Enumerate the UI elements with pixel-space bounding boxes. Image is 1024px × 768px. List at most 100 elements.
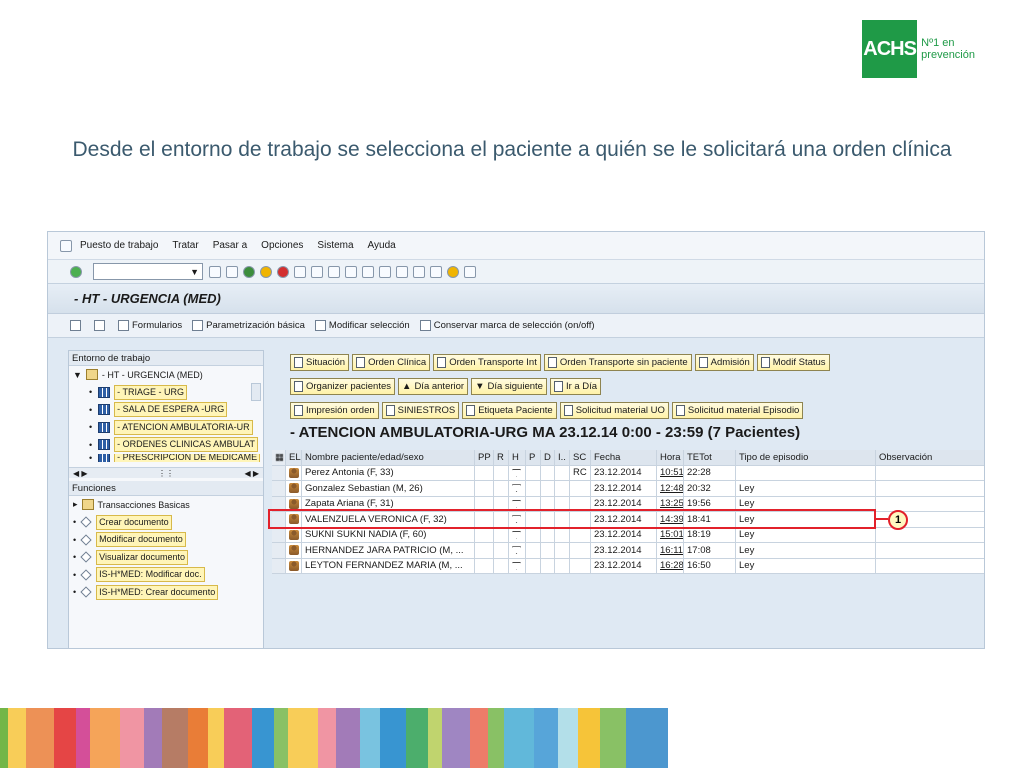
col-el[interactable]: EL xyxy=(286,450,302,465)
col-d[interactable]: D xyxy=(541,450,555,465)
col-fecha[interactable]: Fecha xyxy=(591,450,657,465)
col-tetot[interactable]: TETot xyxy=(684,450,736,465)
expand-icon[interactable]: ▼ xyxy=(73,370,82,380)
organizer-pacientes-button[interactable]: Organizer pacientes xyxy=(290,377,396,395)
collapse-icon[interactable]: ▸ xyxy=(73,499,78,510)
cell-sc xyxy=(570,527,591,542)
modif-status-button[interactable]: Modif Status xyxy=(756,353,830,371)
find-next-icon[interactable] xyxy=(328,265,340,278)
cell-p xyxy=(526,543,541,558)
col-pp[interactable]: PP xyxy=(475,450,494,465)
menu-pasar-a[interactable]: Pasar a xyxy=(213,240,247,251)
situacion-button[interactable]: Situación xyxy=(290,353,350,371)
col-p[interactable]: P xyxy=(526,450,541,465)
toggle-view-button[interactable] xyxy=(70,320,84,331)
orden-clinica-button[interactable]: Orden Clínica xyxy=(352,353,431,371)
print-icon[interactable] xyxy=(294,265,306,278)
row-selector[interactable] xyxy=(272,481,286,496)
col-tipo-episodio[interactable]: Tipo de episodio xyxy=(736,450,876,465)
back-arrow-icon[interactable] xyxy=(209,265,221,278)
parametrizacion-button[interactable]: Parametrización básica xyxy=(192,320,305,331)
tree-item-ordenes-clinicas[interactable]: • - ORDENES CLINICAS AMBULAT xyxy=(69,436,263,454)
next-page-icon[interactable] xyxy=(379,265,391,278)
table-row[interactable]: Gonzalez Sebastian (M, 26) 23.12.2014 12:4… xyxy=(272,481,984,497)
tree-horizontal-scrollbar[interactable]: ◀ ▶ ⋮⋮ ◀ ▶ xyxy=(69,467,263,478)
siniestros-button[interactable]: SINIESTROS xyxy=(381,401,460,419)
layout-menu-icon[interactable] xyxy=(464,265,476,278)
shortcut-icon[interactable] xyxy=(430,265,442,278)
row-selector[interactable] xyxy=(272,465,286,480)
save-icon[interactable] xyxy=(226,265,238,278)
stripe xyxy=(288,708,318,768)
funciones-folder[interactable]: ▸ Transacciones Basicas xyxy=(69,496,263,514)
modificar-seleccion-button[interactable]: Modificar selección xyxy=(314,320,410,331)
ir-a-dia-button[interactable]: Ir a Día xyxy=(549,377,602,395)
etiqueta-paciente-button[interactable]: Etiqueta Paciente xyxy=(462,401,557,419)
funcion-modificar-documento[interactable]: • Modificar documento xyxy=(69,531,263,549)
menu-sistema[interactable]: Sistema xyxy=(317,240,353,251)
funcion-ishmed-modificar[interactable]: • IS-H*MED: Modificar doc. xyxy=(69,566,263,584)
dia-siguiente-button[interactable]: ▼ Día siguiente xyxy=(471,377,547,395)
col-i[interactable]: I.. xyxy=(555,450,570,465)
help-icon[interactable] xyxy=(447,265,459,278)
row-selector[interactable] xyxy=(272,527,286,542)
previous-page-icon[interactable] xyxy=(362,265,374,278)
pencil-icon xyxy=(760,356,770,368)
find-icon[interactable] xyxy=(311,265,323,278)
funcion-ishmed-crear[interactable]: • IS-H*MED: Crear documento xyxy=(69,584,263,602)
conservar-marca-button[interactable]: Conservar marca de selección (on/off) xyxy=(419,320,595,331)
orden-transporte-sin-paciente-button[interactable]: Orden Transporte sin paciente xyxy=(543,353,692,371)
menu-puesto-de-trabajo[interactable]: Puesto de trabajo xyxy=(80,240,158,251)
exit-icon[interactable] xyxy=(260,265,272,278)
solicitud-material-uo-button[interactable]: Solicitud material UO xyxy=(559,401,669,419)
menu-icon[interactable] xyxy=(60,239,72,252)
col-hora[interactable]: Hora xyxy=(657,450,684,465)
cell-hora[interactable]: 15:01 xyxy=(657,527,684,542)
funcion-crear-documento[interactable]: • Crear documento xyxy=(69,514,263,532)
first-page-icon[interactable] xyxy=(345,265,357,278)
select-all-icon[interactable]: ▦ xyxy=(272,450,286,465)
tree-item-triage[interactable]: • - TRIAGE - URG xyxy=(69,384,263,402)
tree-item-atencion-ambulatoria[interactable]: • - ATENCION AMBULATORIA-UR xyxy=(69,419,263,437)
dia-anterior-button[interactable]: ▲ Día anterior xyxy=(398,377,469,395)
table-row[interactable]: SUKNI SUKNI NADIA (F, 60) 23.12.2014 15:01… xyxy=(272,527,984,543)
table-row[interactable]: Perez Antonia (F, 33) RC 23.12.2014 10:51 22… xyxy=(272,465,984,481)
formularios-button[interactable]: Formularios xyxy=(118,320,182,331)
table-row[interactable]: LEYTON FERNANDEZ MARIA (M, ... 23.12.2014… xyxy=(272,558,984,574)
funcion-visualizar-documento[interactable]: • Visualizar documento xyxy=(69,549,263,567)
cell-hora[interactable]: 16:11 xyxy=(657,543,684,558)
col-r[interactable]: R xyxy=(494,450,509,465)
new-session-icon[interactable] xyxy=(413,265,425,278)
cell-fecha: 23.12.2014 xyxy=(591,543,657,558)
orden-transporte-int-button[interactable]: Orden Transporte Int xyxy=(433,353,541,371)
row-selector[interactable] xyxy=(272,543,286,558)
cell-hora[interactable]: 16:28 xyxy=(657,558,684,573)
menu-opciones[interactable]: Opciones xyxy=(261,240,303,251)
row-selector[interactable] xyxy=(272,558,286,573)
impresion-orden-button[interactable]: Impresión orden xyxy=(290,401,379,419)
cancel-icon[interactable] xyxy=(277,265,289,278)
checkmark-icon[interactable] xyxy=(70,265,82,278)
menu-tratar[interactable]: Tratar xyxy=(172,240,198,251)
tree-root[interactable]: ▼ - HT - URGENCIA (MED) xyxy=(69,366,263,384)
patient-icon xyxy=(286,527,302,542)
col-observacion[interactable]: Observación xyxy=(876,450,984,465)
tree-item-sala-espera[interactable]: • - SALA DE ESPERA -URG xyxy=(69,401,263,419)
stripe xyxy=(360,708,380,768)
admision-button[interactable]: Admisión xyxy=(694,353,754,371)
col-sc[interactable]: SC xyxy=(570,450,591,465)
refresh-button[interactable] xyxy=(94,320,108,331)
tree-scrollbar[interactable] xyxy=(251,383,261,401)
tree-item-prescripcion[interactable]: • - PRESCRIPCION DE MEDICAME xyxy=(69,453,263,462)
last-page-icon[interactable] xyxy=(396,265,408,278)
back-icon[interactable] xyxy=(243,265,255,278)
stripe xyxy=(76,708,90,768)
command-field[interactable]: ▼ xyxy=(93,263,203,280)
col-nombre[interactable]: Nombre paciente/edad/sexo xyxy=(302,450,475,465)
table-row[interactable]: HERNANDEZ JARA PATRICIO (M, ... 23.12.201… xyxy=(272,543,984,559)
solicitud-material-episodio-button[interactable]: Solicitud material Episodio xyxy=(671,401,804,419)
menu-ayuda[interactable]: Ayuda xyxy=(368,240,396,251)
cell-hora[interactable]: 10:51 xyxy=(657,465,684,480)
col-h[interactable]: H xyxy=(509,450,526,465)
cell-hora[interactable]: 12:48 xyxy=(657,481,684,496)
